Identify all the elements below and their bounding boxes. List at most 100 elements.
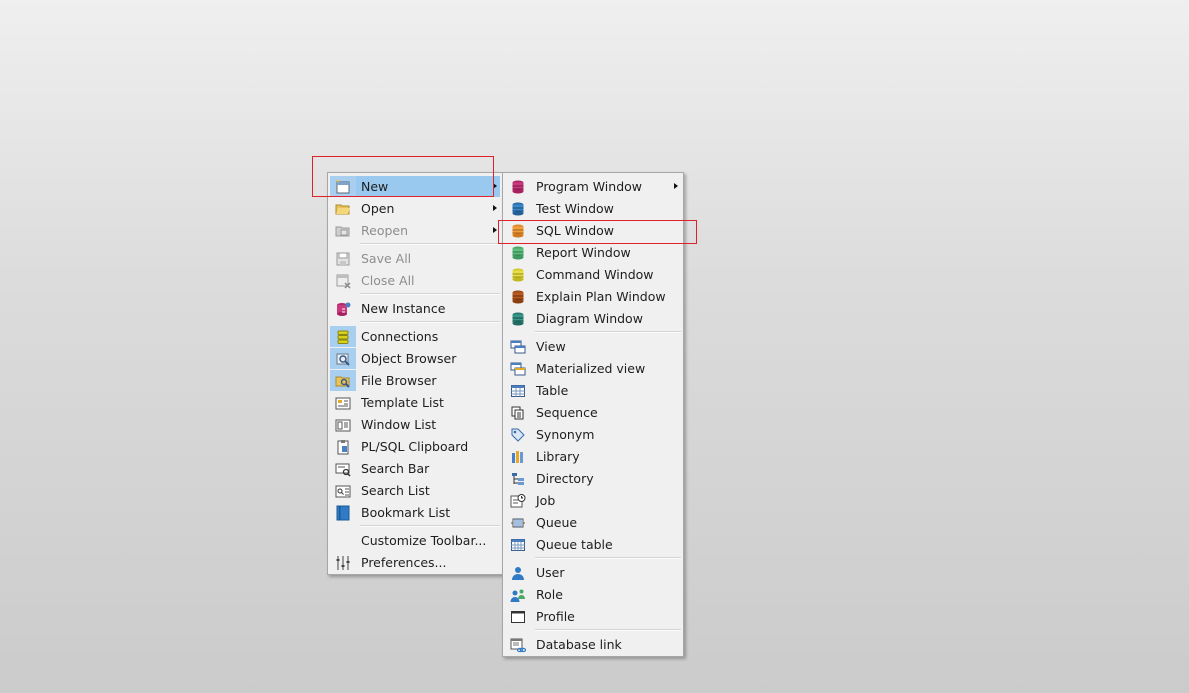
report-window-icon xyxy=(505,242,531,263)
object-browser-icon xyxy=(330,348,356,369)
menu-item-label: Close All xyxy=(361,273,415,288)
menu-item-program-window[interactable]: Program Window xyxy=(505,176,681,197)
menu-item-save-all[interactable]: Save All xyxy=(330,248,500,269)
menu-item-label: Object Browser xyxy=(361,351,457,366)
menu-separator xyxy=(535,557,681,559)
menu-item-new-instance[interactable]: New Instance xyxy=(330,298,500,319)
menu-item-label: Window List xyxy=(361,417,437,432)
queue-icon xyxy=(505,512,531,533)
menu-item-label: Profile xyxy=(536,609,575,624)
menu-item-customize-toolbar[interactable]: Customize Toolbar... xyxy=(330,530,500,551)
library-icon xyxy=(505,446,531,467)
connections-icon xyxy=(330,326,356,347)
menu-item-window-list[interactable]: Window List xyxy=(330,414,500,435)
menu-separator xyxy=(360,243,500,245)
command-window-icon xyxy=(505,264,531,285)
menu-item-label: Directory xyxy=(536,471,594,486)
directory-icon xyxy=(505,468,531,489)
menu-item-command-window[interactable]: Command Window xyxy=(505,264,681,285)
menu-item-bookmark-list[interactable]: Bookmark List xyxy=(330,502,500,523)
profile-icon xyxy=(505,606,531,627)
file-browser-icon xyxy=(330,370,356,391)
menu-item-label: Role xyxy=(536,587,563,602)
menu-item-label: Search Bar xyxy=(361,461,430,476)
explain-plan-window-icon xyxy=(505,286,531,307)
menu-separator xyxy=(535,629,681,631)
menu-item-explain-plan-window[interactable]: Explain Plan Window xyxy=(505,286,681,307)
menu-item-table[interactable]: Table xyxy=(505,380,681,401)
search-bar-icon xyxy=(330,458,356,479)
menu-item-label: Bookmark List xyxy=(361,505,451,520)
job-icon xyxy=(505,490,531,511)
close-all-icon xyxy=(330,270,356,291)
menu-item-synonym[interactable]: Synonym xyxy=(505,424,681,445)
menu-item-label: Queue xyxy=(536,515,578,530)
menu-item-sequence[interactable]: Sequence xyxy=(505,402,681,423)
menu-item-object-browser[interactable]: Object Browser xyxy=(330,348,500,369)
new-submenu: Program Window Test Window SQL Window Re… xyxy=(502,172,684,657)
menu-item-label: Materialized view xyxy=(536,361,646,376)
menu-item-file-browser[interactable]: File Browser xyxy=(330,370,500,391)
menu-item-queue-table[interactable]: Queue table xyxy=(505,534,681,555)
menu-item-database-link[interactable]: Database link xyxy=(505,634,681,655)
menu-item-close-all[interactable]: Close All xyxy=(330,270,500,291)
annotation-box-new xyxy=(312,156,494,197)
queue-table-icon xyxy=(505,534,531,555)
menu-item-label: Explain Plan Window xyxy=(536,289,666,304)
menu-item-label: View xyxy=(536,339,566,354)
menu-item-label: Template List xyxy=(361,395,444,410)
new-instance-icon xyxy=(330,298,356,319)
menu-item-job[interactable]: Job xyxy=(505,490,681,511)
menu-item-connections[interactable]: Connections xyxy=(330,326,500,347)
program-window-icon xyxy=(505,176,531,197)
menu-item-reopen[interactable]: Reopen xyxy=(330,220,500,241)
menu-item-search-list[interactable]: Search List xyxy=(330,480,500,501)
menu-item-diagram-window[interactable]: Diagram Window xyxy=(505,308,681,329)
menu-item-directory[interactable]: Directory xyxy=(505,468,681,489)
menu-item-label: Database link xyxy=(536,637,622,652)
window-list-icon xyxy=(330,414,356,435)
menu-item-label: PL/SQL Clipboard xyxy=(361,439,469,454)
menu-separator xyxy=(535,331,681,333)
user-icon xyxy=(505,562,531,583)
menu-item-search-bar[interactable]: Search Bar xyxy=(330,458,500,479)
submenu-arrow-icon xyxy=(493,227,497,233)
menu-item-label: Test Window xyxy=(536,201,614,216)
submenu-arrow-icon xyxy=(674,183,678,189)
preferences-icon xyxy=(330,552,356,573)
menu-item-label: Library xyxy=(536,449,580,464)
menu-item-label: Search List xyxy=(361,483,430,498)
menu-item-label: Job xyxy=(536,493,556,508)
menu-item-preferences[interactable]: Preferences... xyxy=(330,552,500,573)
menu-item-template-list[interactable]: Template List xyxy=(330,392,500,413)
menu-item-label: Preferences... xyxy=(361,555,447,570)
template-list-icon xyxy=(330,392,356,413)
menu-item-role[interactable]: Role xyxy=(505,584,681,605)
search-list-icon xyxy=(330,480,356,501)
save-all-icon xyxy=(330,248,356,269)
menu-separator xyxy=(360,293,500,295)
menu-item-label: Queue table xyxy=(536,537,613,552)
menu-item-library[interactable]: Library xyxy=(505,446,681,467)
menu-item-label: File Browser xyxy=(361,373,437,388)
table-icon xyxy=(505,380,531,401)
menu-item-materialized-view[interactable]: Materialized view xyxy=(505,358,681,379)
menu-item-label: Connections xyxy=(361,329,439,344)
menu-item-label: Report Window xyxy=(536,245,631,260)
synonym-icon xyxy=(505,424,531,445)
menu-item-plsql-clipboard[interactable]: PL/SQL Clipboard xyxy=(330,436,500,457)
bookmark-list-icon xyxy=(330,502,356,523)
materialized-view-icon xyxy=(505,358,531,379)
menu-item-profile[interactable]: Profile xyxy=(505,606,681,627)
menu-separator xyxy=(360,525,500,527)
menu-item-open[interactable]: Open xyxy=(330,198,500,219)
menu-item-report-window[interactable]: Report Window xyxy=(505,242,681,263)
role-icon xyxy=(505,584,531,605)
menu-item-test-window[interactable]: Test Window xyxy=(505,198,681,219)
menu-item-view[interactable]: View xyxy=(505,336,681,357)
submenu-arrow-icon xyxy=(493,205,497,211)
sequence-icon xyxy=(505,402,531,423)
menu-item-queue[interactable]: Queue xyxy=(505,512,681,533)
annotation-box-sql-window xyxy=(498,220,697,244)
menu-item-user[interactable]: User xyxy=(505,562,681,583)
